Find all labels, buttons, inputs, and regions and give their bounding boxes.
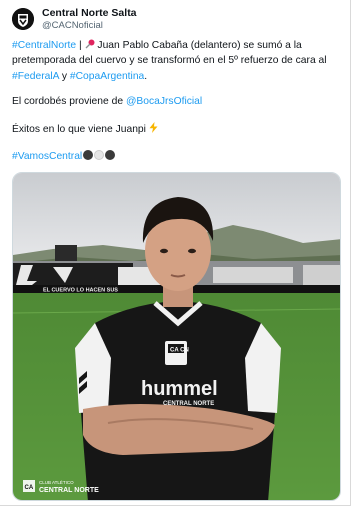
avatar[interactable] — [12, 8, 34, 30]
hashtag-centralnorte[interactable]: #CentralNorte — [12, 40, 76, 51]
paragraph-2-text: El cordobés proviene de — [12, 96, 124, 107]
shirt-text: CENTRAL NORTE — [163, 401, 214, 407]
pushpin-icon — [85, 39, 95, 51]
svg-text:CA: CA — [25, 485, 34, 491]
club-crest-icon — [12, 8, 34, 30]
mention-bocajrsoficial[interactable]: @BocaJrsOficial — [126, 96, 202, 107]
hashtag-copaargentina[interactable]: #CopaArgentina — [70, 71, 144, 82]
player-photo: EL CUERVO LO HACEN SUS CA CN hummel CENT… — [13, 173, 340, 500]
lightning-icon — [149, 122, 158, 135]
tweet-media-photo[interactable]: EL CUERVO LO HACEN SUS CA CN hummel CENT… — [12, 172, 341, 501]
shirt-brand: hummel — [141, 378, 218, 400]
tweet-paragraph-2: El cordobés proviene de @BocaJrsOficial — [12, 94, 336, 109]
hashtag-federala[interactable]: #FederalA — [12, 71, 59, 82]
billboard-text: EL CUERVO LO HACEN SUS — [43, 288, 118, 294]
white-circle-icon — [94, 150, 105, 160]
hashtag-vamoscentral[interactable]: #VamosCentral — [12, 151, 82, 162]
black-circle-icon — [105, 150, 116, 160]
paragraph-3-text: Éxitos en lo que viene Juanpi — [12, 124, 146, 135]
svg-text:CLUB ATLÉTICO: CLUB ATLÉTICO — [39, 479, 74, 485]
author-name[interactable]: Central Norte Salta — [42, 7, 137, 20]
tweet-paragraph-3: Éxitos en lo que viene Juanpi — [12, 122, 336, 137]
tweet-card: Central Norte Salta @CACNoficial #Centra… — [0, 0, 351, 506]
svg-text:CENTRAL NORTE: CENTRAL NORTE — [39, 487, 99, 494]
tweet-paragraph-1: #CentralNorte | Juan Pablo Cabaña (delan… — [12, 38, 336, 84]
period: . — [144, 70, 148, 82]
tweet-paragraph-4: #VamosCentral — [12, 149, 336, 164]
black-circle-icon — [83, 150, 94, 160]
svg-text:CA CN: CA CN — [170, 348, 189, 354]
conjunction-y: y — [61, 70, 67, 82]
author-handle[interactable]: @CACNoficial — [42, 20, 103, 32]
separator: | — [78, 40, 82, 51]
